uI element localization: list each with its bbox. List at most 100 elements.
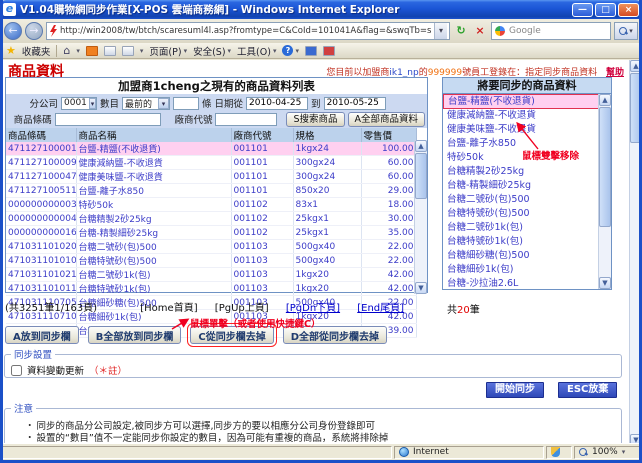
table-row[interactable]: 4711271000014台鹽-精鹽(不收退貨)0011011kgx24100.… <box>6 142 416 156</box>
zoom-dropdown-icon[interactable]: ▾ <box>622 448 626 456</box>
filter-area: 分公司 0001▾ 數目 最前的▾ 條 日期從 到 商品條碼 廠 <box>6 94 427 128</box>
sync-list-item[interactable]: 台糖細砂1k(包) <box>443 263 611 277</box>
scroll-up-icon[interactable]: ▲ <box>599 94 611 106</box>
search-products-button[interactable]: S搜索商品 <box>286 112 344 127</box>
table-cell: 健康美味鹽-不收退貨 <box>76 170 231 184</box>
close-button[interactable]: × <box>618 3 639 17</box>
start-sync-button[interactable]: 開始同步 <box>486 382 544 398</box>
data-update-checkbox[interactable] <box>11 365 22 376</box>
count-select[interactable]: 最前的▾ <box>122 97 170 110</box>
address-field[interactable]: http://win2008/tw/btch/scaresuml4l.asp?f… <box>46 22 450 40</box>
sync-list-item[interactable]: 台糖二號砂1k(包) <box>443 221 611 235</box>
notes-fieldset: 注意 同步的商品分公司設定,被同步方可以選擇,同步方的要以相應分公司身份登錄即可… <box>4 401 622 446</box>
date-from-input[interactable] <box>246 97 308 110</box>
scrollbar-thumb[interactable] <box>599 107 611 227</box>
home-dropdown-icon[interactable]: ▾ <box>76 47 80 55</box>
zoom-control[interactable]: 100% ▾ <box>574 446 640 459</box>
table-cell: 300gx24 <box>293 156 361 170</box>
scroll-down-icon[interactable]: ▼ <box>415 282 427 294</box>
table-cell: 850x20 <box>293 184 361 198</box>
vendor-input[interactable] <box>215 113 277 126</box>
page-scrollbar[interactable]: ▲ ▼ <box>629 60 642 446</box>
action-button-a[interactable]: A放到同步欄 <box>5 326 79 344</box>
back-button[interactable]: ← <box>4 22 22 40</box>
scrollbar-thumb[interactable] <box>415 153 427 199</box>
table-cell: 4711271000014 <box>6 142 76 156</box>
safety-menu[interactable]: 安全(S)▾ <box>193 44 231 58</box>
table-cell: 001102 <box>231 212 293 226</box>
column-header: 零售價 <box>361 128 416 142</box>
table-row[interactable]: 0000000000161台糖-精製細砂25kg00110225kgx135.0… <box>6 226 416 240</box>
table-row[interactable]: 4710311010211台糖二號砂1k(包)0011031kgx2042.00 <box>6 268 416 282</box>
table-cell: 4711271000472 <box>6 170 76 184</box>
sync-list-item[interactable]: 台糖細砂糖(包)500 <box>443 249 611 263</box>
table-row[interactable]: 4711271005118台鹽-離子水850001101850x2029.00 <box>6 184 416 198</box>
sync-list-item[interactable]: 台糖-沙拉油2.6L <box>443 277 611 290</box>
esc-cancel-button[interactable]: ESC放棄 <box>558 382 617 398</box>
count-input[interactable] <box>173 97 199 110</box>
branch-select[interactable]: 0001▾ <box>61 97 97 110</box>
chevron-down-icon[interactable]: ▾ <box>158 98 169 109</box>
home-button[interactable]: ⌂ <box>63 44 70 57</box>
sync-list-item[interactable]: 台糖-精製細砂25kg <box>443 179 611 193</box>
ie-logo-icon: e <box>3 3 16 16</box>
table-row[interactable]: 4710311010112台糖特號砂1k(包)0011031kgx2042.00 <box>6 282 416 296</box>
forward-button[interactable]: → <box>25 22 43 40</box>
table-row[interactable]: 4711271000090健康減納鹽-不收退貨001101300gx2460.0… <box>6 156 416 170</box>
sync-list-item[interactable]: 台糖二號砂(包)500 <box>443 193 611 207</box>
feeds-icon[interactable] <box>86 46 98 56</box>
page-home[interactable]: [Home首頁] <box>140 303 197 314</box>
page-up[interactable]: [PgUp上頁] <box>215 303 269 314</box>
table-header-row: 商品條碼商品名稱廠商代號規格零售價 <box>6 128 416 142</box>
title-bar[interactable]: e V1.04購物網同步作業[X-POS 雲端商務網] - Windows In… <box>0 0 642 19</box>
table-row[interactable]: 4710311010105台糖特號砂(包)500001103500gx4022.… <box>6 254 416 268</box>
search-dropdown-icon[interactable]: ▾ <box>629 27 633 35</box>
scroll-down-icon[interactable]: ▼ <box>599 277 611 289</box>
sync-list-item[interactable]: 台糖精製2砂25kg <box>443 165 611 179</box>
page-end-link[interactable]: [End尾頁] <box>357 303 404 314</box>
stop-button[interactable]: × <box>472 22 488 40</box>
favorites-button[interactable]: 收藏夹 <box>22 44 51 58</box>
scroll-up-icon[interactable]: ▲ <box>415 140 427 152</box>
sync-list-item[interactable]: 台糖特號砂(包)500 <box>443 207 611 221</box>
scrollbar-thumb[interactable] <box>630 73 642 143</box>
mail-icon[interactable] <box>104 46 116 56</box>
table-cell: 60.00 <box>361 170 416 184</box>
table-cell: 100.00 <box>361 142 416 156</box>
maximize-button[interactable]: □ <box>595 3 616 17</box>
page-down-link[interactable]: [PgDn下頁] <box>286 303 340 314</box>
date-to-input[interactable] <box>324 97 386 110</box>
search-button[interactable]: ▾ <box>614 22 638 40</box>
addon-icon[interactable] <box>305 46 317 56</box>
print-dropdown-icon[interactable]: ▾ <box>140 47 144 55</box>
tools-menu[interactable]: 工具(O)▾ <box>237 44 276 58</box>
table-row[interactable]: 0000000000048台糖精製2砂25kg00110225kgx130.00 <box>6 212 416 226</box>
search-box[interactable]: Google <box>491 22 611 40</box>
sync-list-scrollbar[interactable]: ▲ ▼ <box>598 94 611 289</box>
table-row[interactable]: 4711271000472健康美味鹽-不收退貨001101300gx2460.0… <box>6 170 416 184</box>
minimize-button[interactable]: — <box>572 3 593 17</box>
chevron-down-icon[interactable]: ▾ <box>89 98 96 109</box>
all-products-button[interactable]: A全部商品資料 <box>348 112 426 127</box>
table-cell: 台鹽-精鹽(不收退貨) <box>76 142 231 156</box>
protected-mode-pane <box>546 446 572 459</box>
table-scrollbar[interactable]: ▲ ▼ <box>414 140 427 294</box>
address-dropdown-icon[interactable]: ▾ <box>434 23 447 39</box>
scroll-up-icon[interactable]: ▲ <box>630 60 642 72</box>
table-row[interactable]: 0000000000031特砂50k00110283x118.00 <box>6 198 416 212</box>
barcode-input[interactable] <box>55 113 161 126</box>
table-cell: 001101 <box>231 156 293 170</box>
sync-list-item[interactable]: 台鹽-精鹽(不收退貨) <box>443 94 611 109</box>
table-row[interactable]: 4710311010204台糖二號砂(包)500001103500gx4022.… <box>6 240 416 254</box>
table-cell: 4711271005118 <box>6 184 76 198</box>
table-cell: 特砂50k <box>76 198 231 212</box>
sync-list-item[interactable]: 台糖特號砂1k(包) <box>443 235 611 249</box>
table-cell: 台糖特號砂1k(包) <box>76 282 231 296</box>
search-input-value[interactable]: Google <box>509 26 541 36</box>
table-cell: 001102 <box>231 226 293 240</box>
page-menu[interactable]: 页面(P)▾ <box>149 44 187 58</box>
help-menu[interactable]: ?▾ <box>282 45 299 56</box>
print-icon[interactable] <box>122 46 134 56</box>
refresh-button[interactable]: ↻ <box>453 22 469 40</box>
addon2-icon[interactable] <box>323 46 335 56</box>
